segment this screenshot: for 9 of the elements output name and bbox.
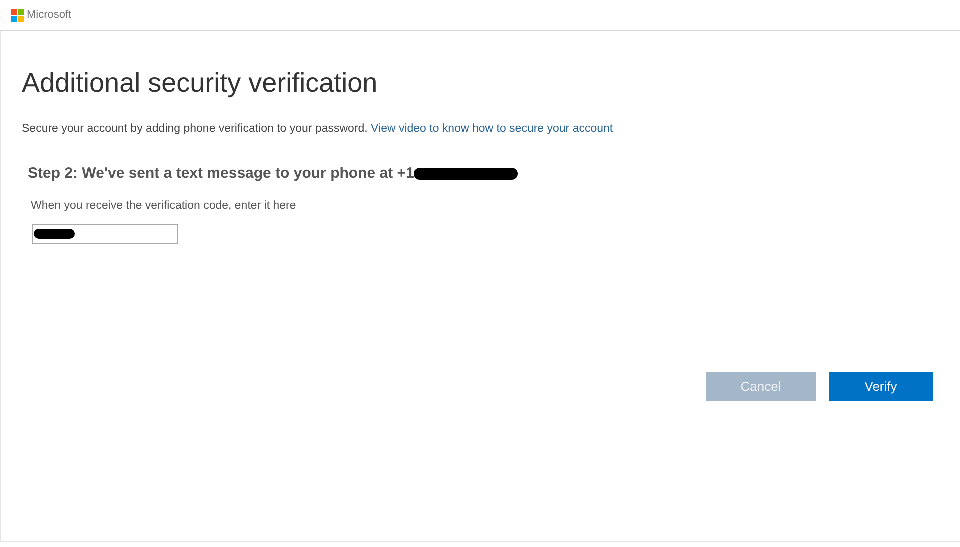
verify-button[interactable]: Verify	[829, 372, 933, 401]
step-heading: Step 2: We've sent a text message to your phone at +1	[28, 164, 414, 184]
code-input-field[interactable]	[32, 224, 178, 244]
page-title: Additional security verification	[22, 67, 379, 100]
brand-name: Microsoft	[27, 8, 72, 23]
logo-icon	[11, 8, 24, 22]
video-link[interactable]: View video to know how to secure your account	[371, 122, 614, 135]
intro-text: Secure your account by adding phone verification to your password.	[22, 122, 368, 135]
field-label: When you receive the verification code, enter it here	[31, 198, 298, 214]
